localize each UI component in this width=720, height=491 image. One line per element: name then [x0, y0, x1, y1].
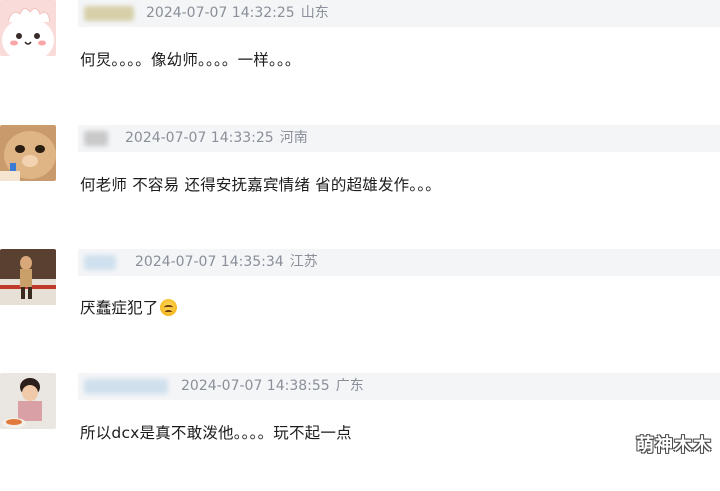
- comment-meta-bar: 2024-07-07 14:32:25 山东: [78, 0, 720, 27]
- comment-location: 广东: [335, 378, 364, 394]
- comment-text: 所以dcx是真不敢泼他。。。。玩不起一点: [80, 424, 352, 442]
- child-photo-avatar-icon[interactable]: [0, 373, 56, 429]
- comment-timestamp: 2024-07-07 14:32:25: [146, 5, 295, 21]
- comment-timestamp: 2024-07-07 14:35:34: [135, 254, 284, 270]
- comment-item: 2024-07-07 14:38:55 广东 所以dcx是真不敢泼他。。。。玩不起…: [0, 373, 720, 491]
- comment-meta: 2024-07-07 14:33:25 河南: [125, 125, 314, 152]
- comment-meta: 2024-07-07 14:32:25 山东: [146, 0, 335, 27]
- cat-avatar-icon[interactable]: [0, 125, 56, 181]
- comment-text-content: 厌蠢症犯了: [80, 299, 159, 317]
- comment-meta: 2024-07-07 14:35:34 江苏: [135, 249, 324, 276]
- comment-timestamp: 2024-07-07 14:38:55: [181, 378, 330, 394]
- comment-meta-bar: 2024-07-07 14:38:55 广东: [78, 373, 720, 400]
- comment-item: 2024-07-07 14:33:25 河南 何老师 不容易 还得安抚嘉宾情绪 省…: [0, 125, 720, 243]
- comment-text: 厌蠢症犯了: [80, 296, 177, 318]
- username-redacted[interactable]: [84, 6, 134, 21]
- comment-meta-bar: 2024-07-07 14:33:25 河南: [78, 125, 720, 152]
- comment-timestamp: 2024-07-07 14:33:25: [125, 130, 274, 146]
- comment-item: 2024-07-07 14:35:34 江苏 厌蠢症犯了: [0, 249, 720, 367]
- username-redacted[interactable]: [84, 131, 108, 146]
- comment-meta: 2024-07-07 14:38:55 广东: [181, 373, 370, 400]
- photo-avatar-icon[interactable]: [0, 249, 56, 305]
- comment-location: 河南: [279, 130, 308, 146]
- sad-face-emoji-icon: [159, 299, 177, 316]
- cartoon-avatar-icon[interactable]: [0, 0, 56, 56]
- comment-text: 何炅。。。。像幼师。。。。一样。。。: [80, 51, 301, 69]
- comment-item: 2024-07-07 14:32:25 山东 何炅。。。。像幼师。。。。一样。。。: [0, 0, 720, 118]
- comment-meta-bar: 2024-07-07 14:35:34 江苏: [78, 249, 720, 276]
- comment-text: 何老师 不容易 还得安抚嘉宾情绪 省的超雄发作。。。: [80, 176, 441, 194]
- watermark: 萌神木木: [636, 435, 712, 456]
- comment-location: 江苏: [289, 254, 318, 270]
- username-redacted[interactable]: [84, 255, 116, 270]
- username-redacted[interactable]: [84, 379, 168, 394]
- comment-location: 山东: [300, 5, 329, 21]
